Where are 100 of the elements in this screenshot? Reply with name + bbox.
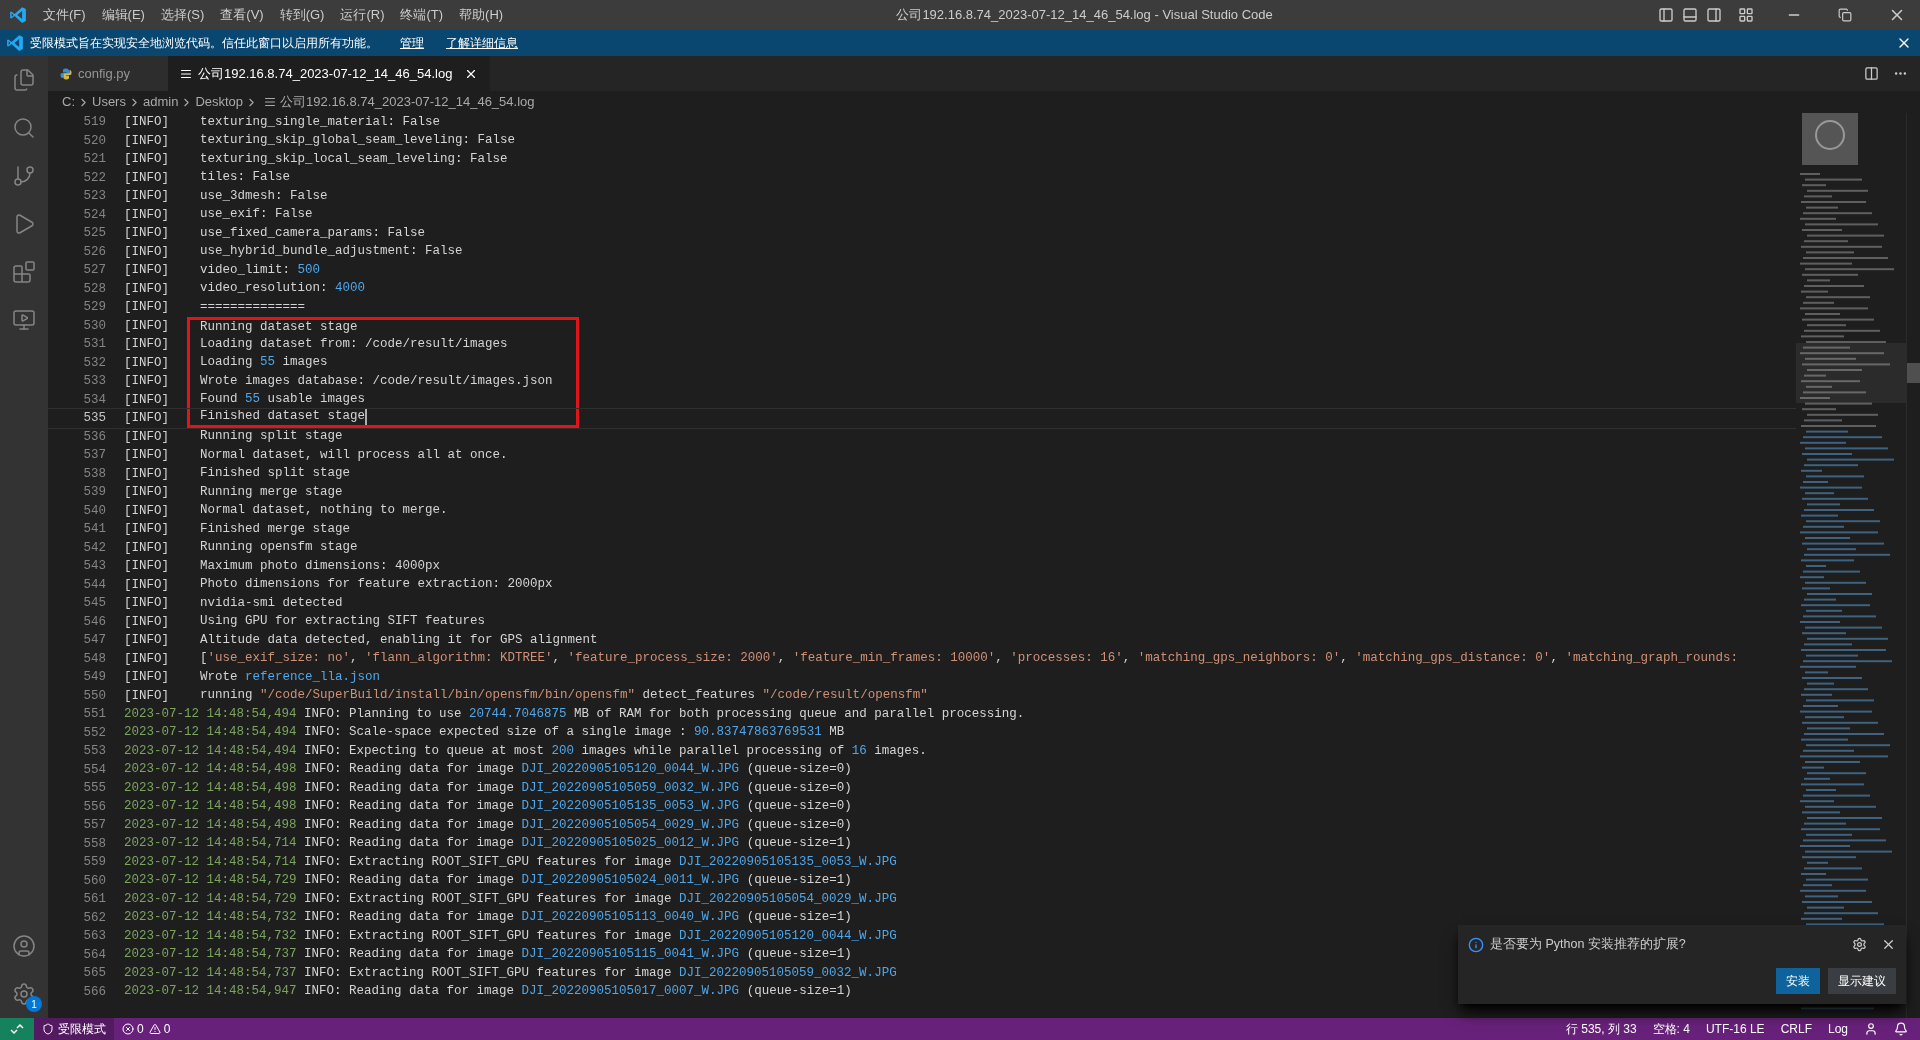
line-number: 564 (82, 946, 107, 964)
line-number: 565 (82, 965, 107, 982)
log-level: [INFO] (124, 539, 170, 557)
log-message: nvidia-smi detected (200, 594, 343, 612)
log-message: running "/code/SuperBuild/install/bin/opensfm/bin/opensfm" detect_features "/code/result/opensfm" (200, 687, 928, 705)
menu-item[interactable]: 运行(R) (332, 5, 393, 25)
log-level: [INFO] (124, 428, 170, 446)
log-level: [INFO] (124, 354, 170, 372)
banner-link[interactable]: 管理 (400, 34, 424, 52)
log-level: [INFO] (124, 336, 170, 353)
split-editor-icon[interactable] (1864, 66, 1879, 81)
restore-icon[interactable] (1838, 8, 1852, 22)
log-level: [INFO] (124, 262, 170, 279)
search-icon[interactable] (12, 116, 36, 140)
log-message: Finished split stage (200, 465, 351, 483)
line-number: 522 (82, 169, 107, 187)
problems-item[interactable]: 0 0 (114, 1020, 179, 1038)
log-level: [INFO] (124, 206, 170, 224)
settings-icon[interactable] (1852, 937, 1867, 953)
log-message: 2023-07-12 14:48:54,494 INFO: Scale-space expected size of a single image : 90.83747863769531 MB (124, 724, 845, 742)
breadcrumb-item[interactable]: Users (92, 92, 126, 112)
line-number: 560 (82, 872, 107, 890)
branch-icon[interactable] (12, 164, 36, 188)
window-title: 公司192.16.8.74_2023-07-12_14_46_54.log - Visual Studio Code (896, 6, 1273, 25)
breadcrumb-item[interactable]: 公司192.16.8.74_2023-07-12_14_46_54.log (280, 92, 535, 112)
log-message: 2023-07-12 14:48:54,947 INFO: Reading data for image DJI_20220905105017_0007_W.JPG (queue-size=1) (124, 983, 852, 1001)
line-number: 549 (82, 669, 107, 686)
log-message: texturing_skip_local_seam_leveling: False (200, 150, 508, 168)
error-icon (122, 1023, 134, 1035)
line-number: 526 (82, 243, 107, 261)
log-level: [INFO] (124, 669, 170, 686)
status-item[interactable]: 行 535, 列 33 (1557, 1020, 1645, 1038)
log-message: 2023-07-12 14:48:54,498 INFO: Reading data for image DJI_20220905105135_0053_W.JPG (queue-size=0) (124, 798, 852, 816)
vscode-logo-icon (8, 6, 27, 24)
log-level: [INFO] (124, 558, 170, 575)
log-message: 2023-07-12 14:48:54,737 INFO: Extracting ROOT_SIFT_GPU features for image DJI_20220905105059_0032_W.JPG (124, 964, 897, 982)
line-number: 534 (82, 391, 107, 409)
line-number: 539 (82, 484, 107, 501)
log-level: [INFO] (124, 502, 170, 520)
blocks-icon[interactable] (12, 260, 36, 284)
restricted-mode-item[interactable]: 受限模式 (34, 1018, 114, 1040)
log-message: Maximum photo dimensions: 4000px (200, 557, 441, 575)
line-number: 562 (82, 909, 107, 927)
info-icon (1468, 936, 1484, 953)
log-level: [INFO] (124, 576, 170, 594)
notification-button[interactable]: 显示建议 (1828, 968, 1896, 994)
notification-button[interactable]: 安装 (1776, 968, 1820, 994)
files-icon[interactable] (12, 68, 36, 92)
account-icon[interactable] (12, 934, 36, 958)
breadcrumb-item[interactable]: C: (62, 92, 75, 112)
editor-tab[interactable]: config.py (48, 56, 168, 91)
settings-icon[interactable] (12, 982, 36, 1006)
scrollbar[interactable] (1906, 113, 1920, 1018)
monitor-icon[interactable] (12, 308, 36, 332)
menu-item[interactable]: 帮助(H) (451, 5, 512, 25)
menu-item[interactable]: 转到(G) (271, 5, 333, 25)
line-number: 536 (82, 428, 107, 446)
shield-icon (42, 1023, 54, 1035)
line-number: 547 (82, 632, 107, 649)
log-message: Finished merge stage (200, 520, 351, 538)
line-number: 521 (82, 151, 107, 168)
status-item[interactable]: Log (1819, 1020, 1856, 1038)
log-level: [INFO] (124, 114, 170, 131)
log-message: video_resolution: 4000 (200, 280, 366, 298)
error-count: 0 (137, 1021, 144, 1038)
sidebar-toggle-icon[interactable] (1658, 7, 1674, 23)
log-level: [INFO] (124, 132, 170, 150)
breadcrumb-item[interactable]: admin (142, 92, 179, 112)
log-message: use_fixed_camera_params: False (200, 224, 426, 242)
log-level: [INFO] (124, 632, 170, 649)
status-item[interactable]: 空格: 4 (1644, 1020, 1698, 1038)
menu-item[interactable]: 编辑(E) (93, 5, 153, 25)
menu-item[interactable]: 终端(T) (392, 5, 452, 25)
log-message: texturing_skip_global_seam_leveling: False (200, 132, 516, 150)
log-message: 2023-07-12 14:48:54,714 INFO: Reading data for image DJI_20220905105025_0012_W.JPG (queue-size=1) (124, 835, 852, 853)
status-item[interactable]: UTF-16 LE (1697, 1020, 1773, 1038)
notification-message: 是否要为 Python 安装推荐的扩展? (1490, 936, 1686, 954)
menu-item[interactable]: 选择(S) (152, 5, 213, 25)
log-message: Loading dataset from: /code/result/images (200, 335, 508, 353)
log-level: [INFO] (124, 243, 170, 261)
secondary-sidebar-icon[interactable] (1706, 7, 1722, 23)
panel-toggle-icon[interactable] (1682, 7, 1698, 23)
line-number: 524 (82, 206, 107, 224)
log-message: Wrote reference_lla.json (200, 668, 381, 686)
status-item[interactable]: CRLF (1772, 1020, 1820, 1038)
log-message: tiles: False (200, 169, 290, 187)
bell-icon[interactable] (1894, 1022, 1908, 1036)
line-number: 546 (82, 613, 107, 631)
breadcrumb-item[interactable]: Desktop (195, 92, 244, 112)
layout-icon[interactable] (1738, 7, 1754, 23)
log-message: 2023-07-12 14:48:54,729 INFO: Reading data for image DJI_20220905105024_0011_W.JPG (queue-size=1) (124, 872, 852, 890)
log-level: [INFO] (124, 484, 170, 501)
log-level: [INFO] (124, 687, 170, 705)
menu-item[interactable]: 查看(V) (212, 5, 272, 25)
editor-tab[interactable]: 公司192.16.8.74_2023-07-12_14_46_54.log (168, 56, 491, 91)
banner-link[interactable]: 了解详细信息 (446, 34, 518, 52)
log-file-icon (264, 96, 277, 108)
line-number: 557 (82, 817, 107, 834)
menu-item[interactable]: 文件(F) (35, 5, 94, 25)
log-message: ['use_exif_size: no', 'flann_algorithm: KDTREE', 'feature_process_size: 2000', 'feature_min_frames: 10000', 'processes: 16', 'matching_gps_neighbors: 0', 'matching_gps_distance: 0', 'matching_graph_rounds: (200, 650, 1738, 668)
